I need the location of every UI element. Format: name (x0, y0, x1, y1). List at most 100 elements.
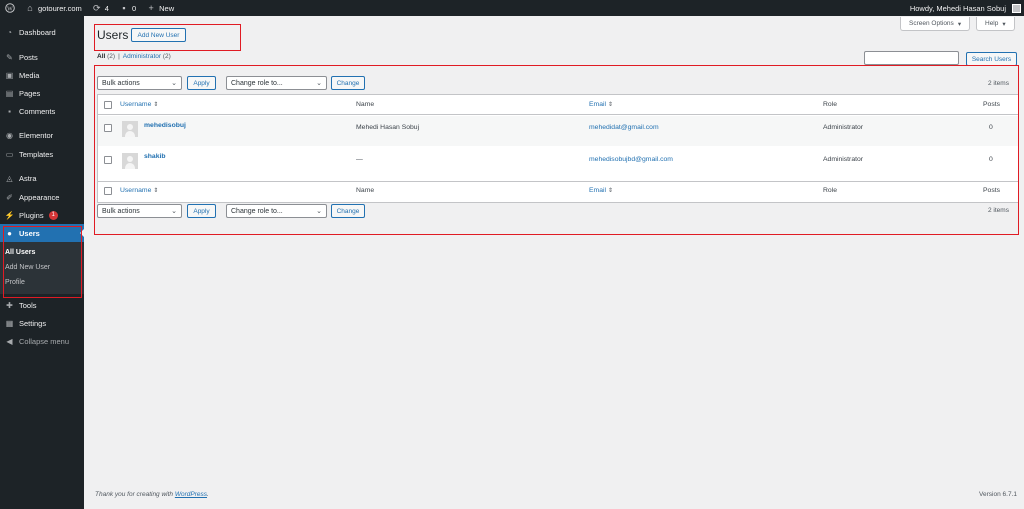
row-checkbox[interactable] (104, 124, 112, 132)
updates-link[interactable]: ⟳ 4 (87, 0, 114, 16)
comment-icon: ▪ (122, 3, 126, 13)
bulk-actions-select-top[interactable]: Bulk actions ⌄ (97, 76, 182, 90)
change-button-bottom[interactable]: Change (331, 204, 365, 218)
column-posts-footer: Posts (983, 187, 1000, 194)
sidebar-item-label: Media (19, 71, 40, 80)
column-username-header[interactable]: Username ⇕ (120, 101, 158, 108)
new-content-link[interactable]: + New (141, 0, 179, 16)
sidebar-item-plugins[interactable]: ⚡ Plugins 1 (0, 206, 84, 225)
column-posts-header: Posts (983, 101, 1000, 108)
username-link[interactable]: shakib (144, 153, 166, 160)
home-icon: ⌂ (27, 3, 33, 13)
table-row: shakib — mehedisobujbd@gmail.com Adminis… (98, 147, 1018, 181)
help-label: Help (985, 20, 999, 27)
collapse-label: Collapse menu (19, 337, 70, 346)
bulk-actions-value: Bulk actions (102, 79, 140, 87)
email-link[interactable]: mehedisobujbd@gmail.com (589, 156, 673, 163)
sidebar-item-label: Astra (19, 174, 37, 183)
post-count[interactable]: 0 (989, 124, 993, 131)
folder-icon: ▭ (5, 150, 14, 159)
collapse-menu-button[interactable]: ◀ Collapse menu (0, 332, 84, 351)
brush-icon: ✐ (6, 193, 13, 202)
search-input[interactable] (864, 51, 959, 65)
screen-options-label: Screen Options (909, 20, 954, 27)
sidebar-item-templates[interactable]: ▭ Templates (0, 145, 84, 164)
wordpress-link[interactable]: WordPress (175, 491, 207, 498)
sidebar-item-label: Comments (19, 107, 56, 116)
user-icon: ● (7, 229, 12, 238)
table-header-row: Username ⇕ Name Email ⇕ Role Posts (98, 95, 1018, 115)
sidebar-item-settings[interactable]: ▦ Settings (0, 314, 84, 333)
astra-icon: ◬ (6, 174, 13, 183)
submenu-add-new-user[interactable]: Add New User (5, 264, 50, 271)
admin-sidebar: ◔ Dashboard ✎ Posts ▣ Media ▤ Pages ▪ Co… (0, 16, 84, 509)
site-name-link[interactable]: ⌂ gotourer.com (20, 0, 87, 16)
change-role-select-top[interactable]: Change role to... ⌄ (226, 76, 327, 90)
sidebar-item-elementor[interactable]: ◉ Elementor (0, 126, 84, 145)
sidebar-item-posts[interactable]: ✎ Posts (0, 48, 84, 67)
sidebar-item-tools[interactable]: ✚ Tools (0, 296, 84, 315)
column-name-header: Name (356, 101, 375, 108)
pages-icon: ▤ (5, 89, 14, 98)
comments-count: 0 (131, 3, 137, 13)
sidebar-item-pages[interactable]: ▤ Pages (0, 84, 84, 103)
username-link[interactable]: mehedisobuj (144, 122, 186, 129)
sort-icon: ⇕ (153, 102, 159, 108)
chevron-down-icon: ▾ (957, 20, 962, 28)
wordpress-logo-button[interactable]: W (0, 0, 20, 16)
avatar (1012, 3, 1021, 13)
sidebar-item-label: Pages (19, 89, 41, 98)
comment-icon: ▪ (8, 107, 11, 116)
filter-all-link[interactable]: All (2) (97, 53, 115, 60)
comments-link[interactable]: ▪ 0 (114, 0, 141, 16)
help-button[interactable]: Help ▾ (976, 17, 1015, 31)
sidebar-item-astra[interactable]: ◬ Astra (0, 169, 84, 188)
submenu-all-users[interactable]: All Users (5, 249, 35, 256)
wordpress-logo-icon: W (5, 3, 15, 13)
sidebar-item-label: Dashboard (19, 28, 56, 37)
row-checkbox[interactable] (104, 156, 112, 164)
sidebar-item-users[interactable]: ● Users (0, 224, 84, 243)
users-table: Username ⇕ Name Email ⇕ Role Posts mehedis… (97, 94, 1019, 203)
sidebar-item-dashboard[interactable]: ◔ Dashboard (0, 23, 84, 42)
screen-options-button[interactable]: Screen Options ▾ (900, 17, 971, 31)
apply-button-top[interactable]: Apply (187, 76, 216, 90)
sidebar-item-label: Templates (19, 150, 54, 159)
column-username-footer[interactable]: Username ⇕ (120, 187, 158, 194)
sidebar-item-media[interactable]: ▣ Media (0, 66, 84, 85)
sidebar-item-label: Users (19, 229, 40, 238)
collapse-icon: ◀ (6, 337, 13, 346)
sidebar-item-label: Plugins (19, 211, 44, 220)
apply-button-bottom[interactable]: Apply (187, 204, 216, 218)
change-role-select-bottom[interactable]: Change role to... ⌄ (226, 204, 327, 218)
new-label: New (159, 3, 175, 13)
select-all-checkbox[interactable] (104, 187, 112, 195)
items-count-bottom: 2 items (988, 207, 1009, 214)
my-account-link[interactable]: Howdy, Mehedi Hasan Sobuj (905, 0, 1024, 16)
sort-icon: ⇕ (608, 188, 614, 194)
footer-thanks: Thank you for creating with WordPress. (95, 491, 209, 498)
sidebar-item-label: Tools (19, 301, 37, 310)
change-button-top[interactable]: Change (331, 76, 365, 90)
bulk-actions-select-bottom[interactable]: Bulk actions ⌄ (97, 204, 182, 218)
sidebar-item-appearance[interactable]: ✐ Appearance (0, 188, 84, 207)
chevron-down-icon: ⌄ (316, 80, 322, 87)
media-icon: ▣ (5, 71, 14, 80)
column-email-header[interactable]: Email ⇕ (589, 101, 613, 108)
email-link[interactable]: mehedidat@gmail.com (589, 124, 659, 131)
sidebar-item-comments[interactable]: ▪ Comments (0, 102, 84, 121)
select-all-checkbox[interactable] (104, 101, 112, 109)
pin-icon: ✎ (6, 53, 13, 62)
search-users-button[interactable]: Search Users (966, 52, 1017, 66)
add-new-user-button[interactable]: Add New User (131, 28, 186, 42)
filter-administrator-link[interactable]: Administrator (2) (123, 53, 171, 60)
column-email-footer[interactable]: Email ⇕ (589, 187, 613, 194)
user-role: Administrator (823, 124, 864, 131)
user-role: Administrator (823, 156, 864, 163)
table-footer-row: Username ⇕ Name Email ⇕ Role Posts (98, 181, 1018, 201)
plus-icon: + (148, 3, 154, 13)
role-filter-links: All (2) | Administrator (2) (97, 53, 171, 60)
column-role-header: Role (823, 101, 837, 108)
post-count[interactable]: 0 (989, 156, 993, 163)
submenu-profile[interactable]: Profile (5, 279, 25, 286)
